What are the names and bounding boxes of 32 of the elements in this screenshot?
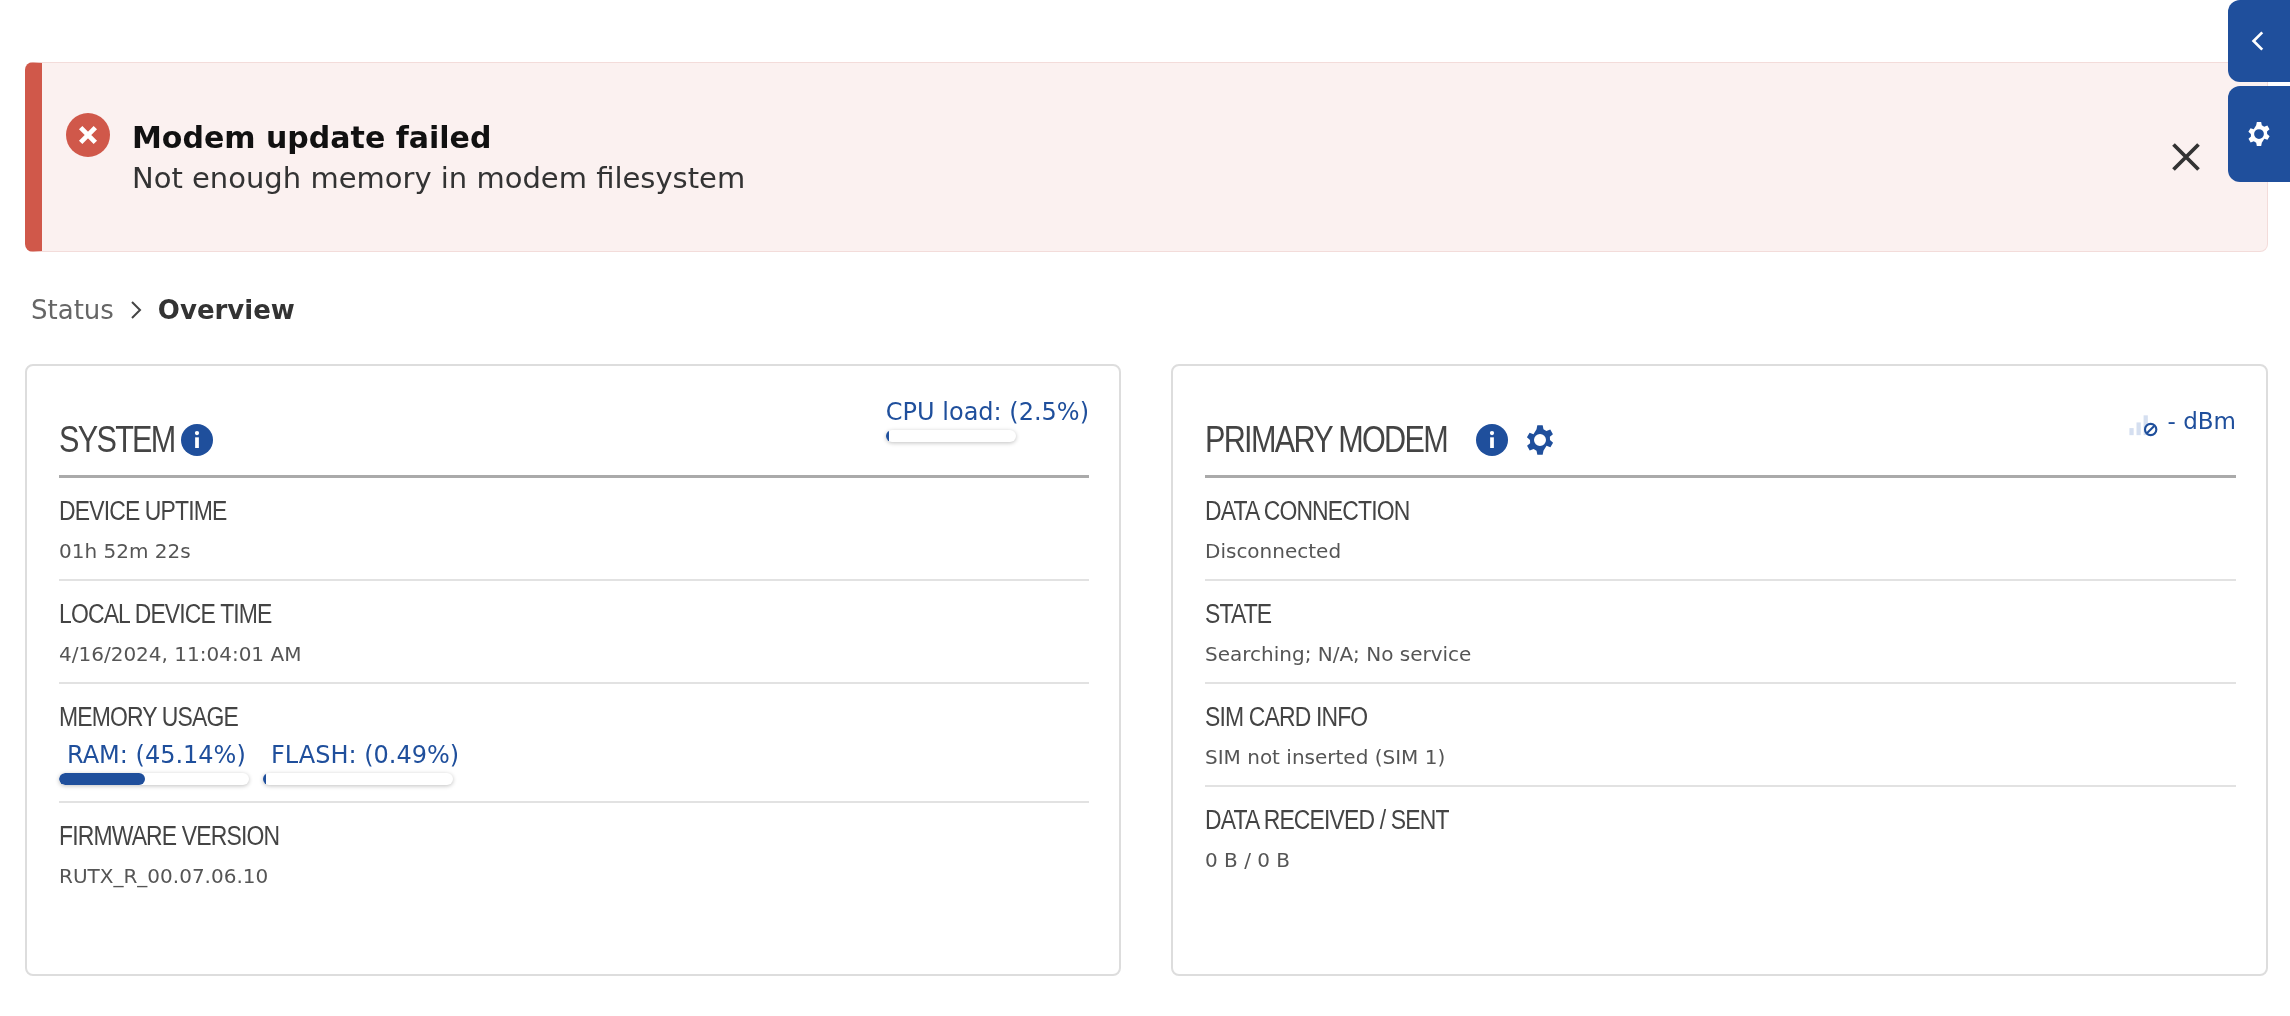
field-value: RUTX_R_00.07.06.10 bbox=[59, 864, 270, 888]
field-label: DATA RECEIVED / SENT bbox=[1205, 805, 1449, 836]
settings-icon[interactable] bbox=[2246, 121, 2272, 147]
alert-message: Not enough memory in modem filesystem bbox=[132, 160, 747, 195]
field-label: DATA CONNECTION bbox=[1205, 496, 1410, 527]
field-label: STATE bbox=[1205, 599, 1272, 630]
signal-reading: - dBm bbox=[2167, 408, 2236, 434]
settings-button[interactable] bbox=[2228, 86, 2290, 182]
error-icon bbox=[66, 113, 110, 157]
breadcrumb-item[interactable]: Overview bbox=[157, 295, 295, 325]
alert-title: Modem update failed bbox=[132, 119, 493, 155]
field-label: MEMORY USAGE bbox=[59, 702, 238, 733]
breadcrumb-item[interactable]: Status bbox=[31, 295, 114, 325]
meter-label: RAM: (45.14%) bbox=[66, 741, 247, 769]
meter-label: CPU load: (2.5%) bbox=[885, 398, 1089, 426]
meter-label: FLASH: (0.49%) bbox=[270, 741, 460, 769]
field-value: 0 B / 0 B bbox=[1205, 848, 1292, 872]
field-value: Disconnected bbox=[1205, 539, 1343, 563]
field-value: 01h 52m 22s bbox=[59, 539, 192, 563]
close-icon[interactable] bbox=[2171, 142, 2201, 172]
field-label: DEVICE UPTIME bbox=[59, 496, 227, 527]
field-value: SIM not inserted (SIM 1) bbox=[1205, 745, 1447, 769]
info-icon[interactable] bbox=[181, 423, 214, 456]
collapse-button[interactable] bbox=[2228, 0, 2290, 82]
field-value: Searching; N/A; No service bbox=[1205, 642, 1473, 666]
card-title: SYSTEM bbox=[59, 418, 175, 461]
info-icon[interactable] bbox=[1475, 423, 1508, 456]
field-label: FIRMWARE VERSION bbox=[59, 821, 280, 852]
field-label: LOCAL DEVICE TIME bbox=[59, 599, 272, 630]
field-label: SIM CARD INFO bbox=[1205, 702, 1368, 733]
field-value: 4/16/2024, 11:04:01 AM bbox=[59, 642, 303, 666]
card-title: PRIMARY MODEM bbox=[1205, 418, 1447, 461]
